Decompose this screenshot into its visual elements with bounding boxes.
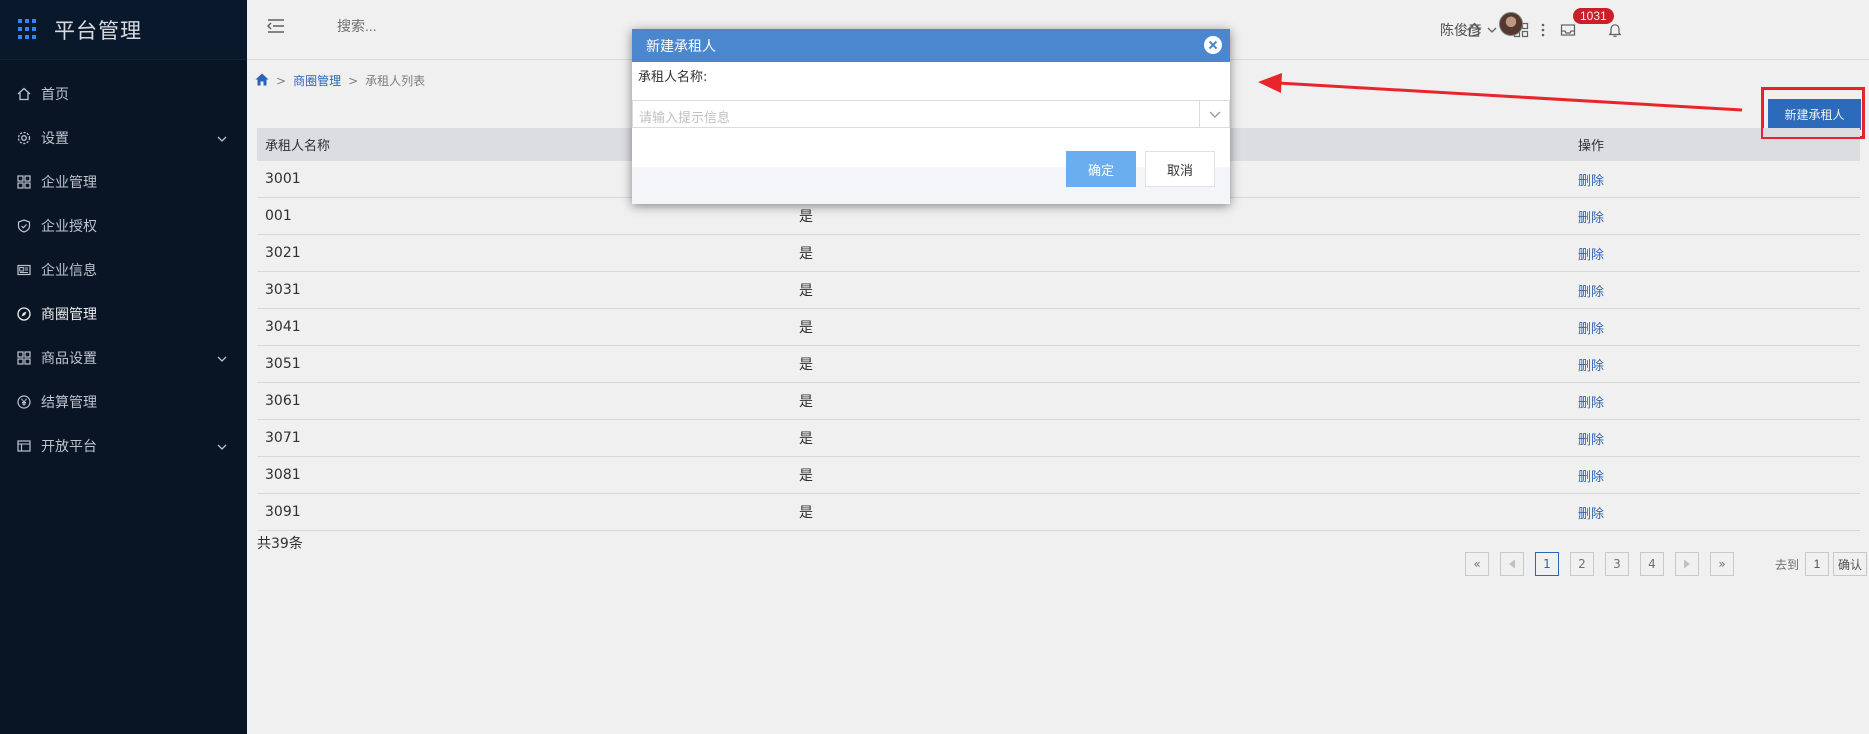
new-tenant-dialog: 新建承租人 承租人名称: 请输入提示信息 确定 取消 <box>632 29 1230 204</box>
select-placeholder: 请输入提示信息 <box>639 111 731 126</box>
dialog-body: 承租人名称: 请输入提示信息 <box>632 62 1230 167</box>
dialog-header: 新建承租人 <box>632 29 1230 62</box>
chevron-down-icon[interactable] <box>1199 101 1229 127</box>
close-icon[interactable] <box>1204 36 1222 54</box>
dialog-title: 新建承租人 <box>646 38 716 55</box>
cancel-button[interactable]: 取消 <box>1145 151 1215 187</box>
tenant-name-label: 承租人名称: <box>638 70 708 85</box>
confirm-button[interactable]: 确定 <box>1066 151 1136 187</box>
tenant-name-select[interactable]: 请输入提示信息 <box>632 100 1230 128</box>
